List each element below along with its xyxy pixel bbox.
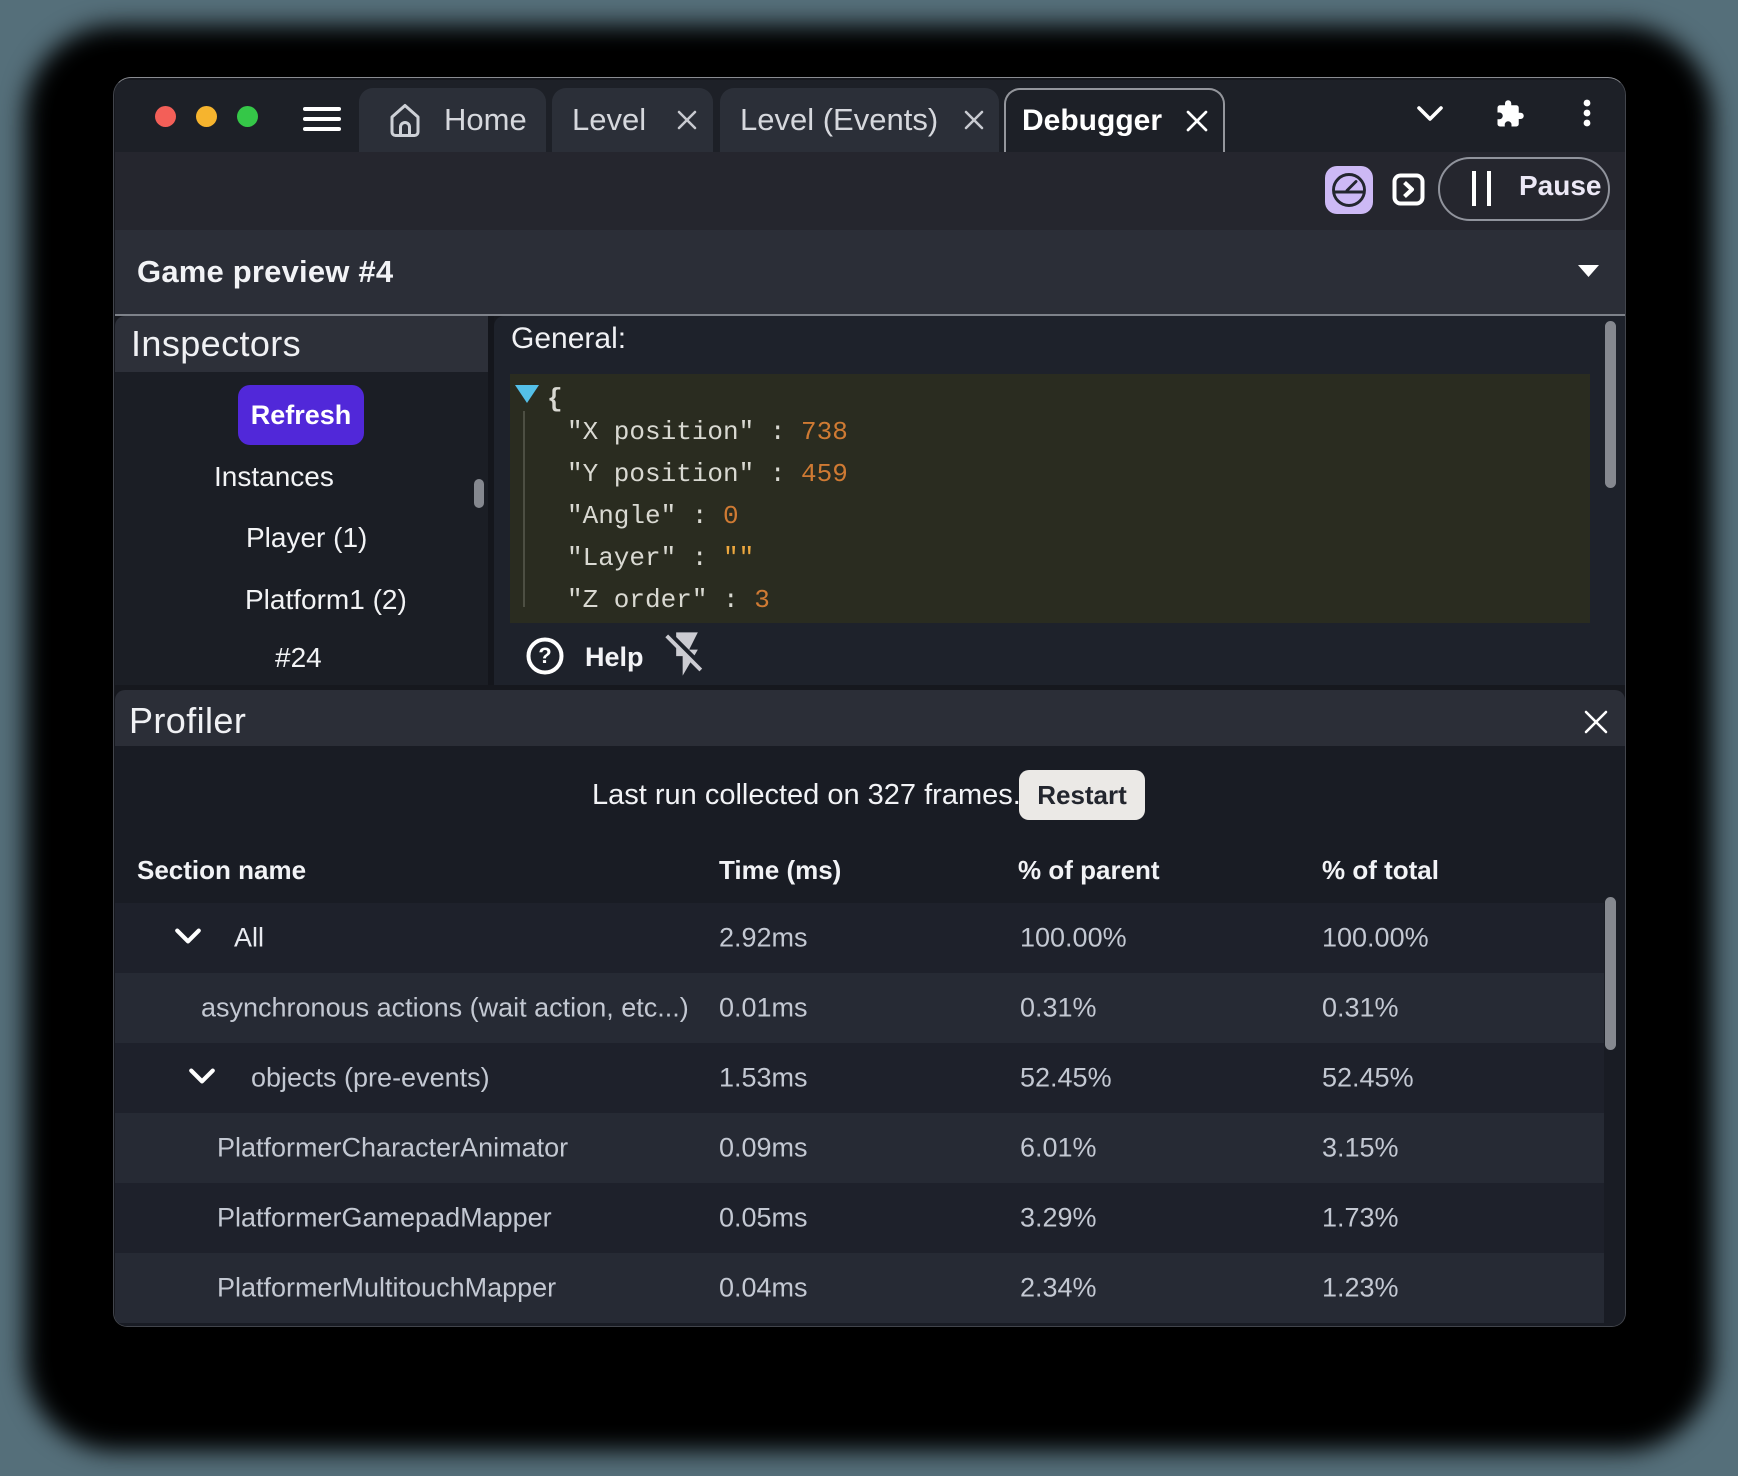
svg-text:?: ? bbox=[538, 643, 551, 668]
